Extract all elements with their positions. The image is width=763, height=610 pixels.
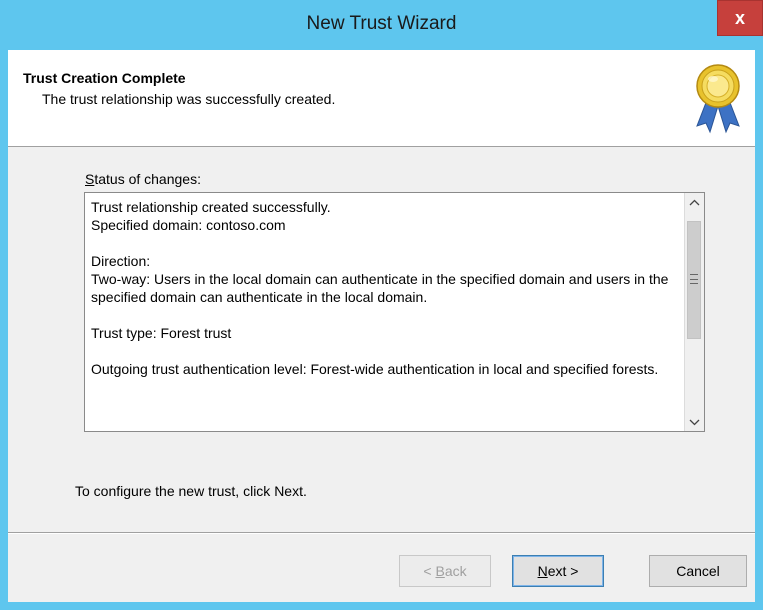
award-medal-icon — [696, 64, 740, 134]
scroll-down-arrow-icon[interactable] — [685, 413, 704, 431]
close-icon: x — [734, 7, 745, 28]
scroll-up-arrow-icon[interactable] — [685, 193, 704, 211]
close-button[interactable]: x — [717, 0, 763, 36]
wizard-window: New Trust Wizard x Trust Creation Comple… — [0, 0, 763, 610]
cancel-button[interactable]: Cancel — [649, 555, 747, 587]
instruction-text: To configure the new trust, click Next. — [75, 483, 307, 499]
window-title: New Trust Wizard — [306, 13, 457, 34]
status-label: Status of changes: — [85, 171, 201, 187]
page-subtitle: The trust relationship was successfully … — [42, 91, 336, 107]
title-bar[interactable]: New Trust Wizard x — [0, 0, 763, 50]
scroll-thumb[interactable] — [687, 221, 701, 339]
status-text: Trust relationship created successfully.… — [91, 199, 669, 377]
status-label-accel: S — [85, 171, 95, 187]
page-title: Trust Creation Complete — [23, 70, 186, 86]
vertical-scrollbar[interactable] — [684, 193, 704, 431]
next-button[interactable]: Next > — [512, 555, 604, 587]
back-button-label: ack — [444, 563, 467, 579]
next-button-label: ext > — [547, 563, 579, 579]
next-button-accel: N — [537, 563, 548, 579]
grip-icon — [688, 274, 700, 284]
footer-divider-highlight — [8, 533, 755, 534]
status-label-text: tatus of changes: — [94, 171, 201, 187]
wizard-header: Trust Creation Complete The trust relati… — [8, 50, 755, 147]
back-button-accel: B — [435, 563, 445, 579]
cancel-button-label: Cancel — [676, 563, 720, 579]
back-button[interactable]: < Back — [399, 555, 491, 587]
wizard-client-area: Trust Creation Complete The trust relati… — [8, 50, 755, 602]
status-textbox[interactable]: Trust relationship created successfully.… — [84, 192, 705, 432]
back-button-prefix: < — [423, 563, 436, 579]
